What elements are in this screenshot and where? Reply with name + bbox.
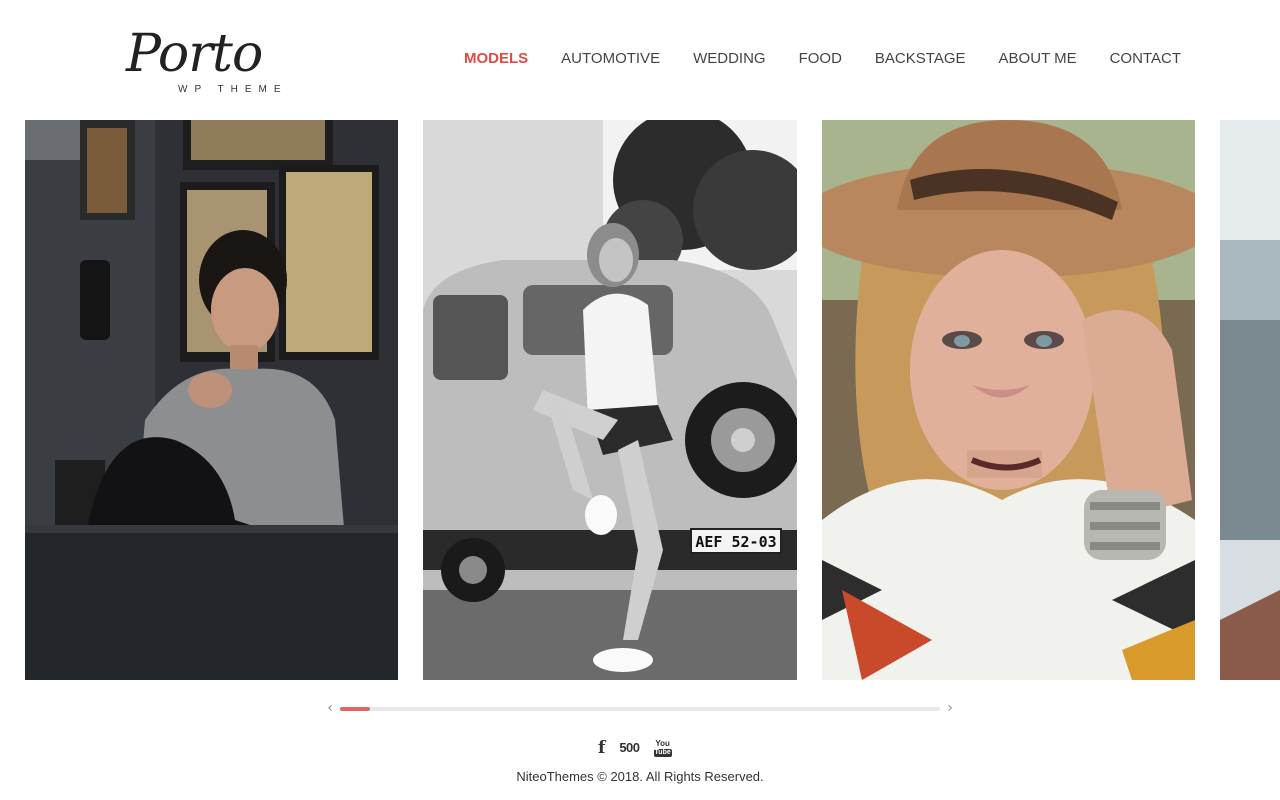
nav-item-automotive[interactable]: AUTOMOTIVE [561,49,660,69]
nav-item-models[interactable]: MODELS [464,49,528,69]
gallery-scroll-thumb[interactable] [340,707,370,711]
gallery-photo-4[interactable] [1220,120,1280,680]
photo-gallery: AEF 52-03 [25,120,1280,680]
youtube-icon[interactable]: You Tube [653,738,672,757]
gallery-photo-2[interactable]: AEF 52-03 [423,120,797,680]
logo-wordmark: Porto [126,24,263,84]
gallery-scrollbar[interactable] [340,707,940,711]
nav-item-backstage[interactable]: BACKSTAGE [875,49,966,69]
facebook-icon[interactable]: f [598,738,605,758]
gallery-photo-3[interactable] [822,120,1195,680]
license-plate-text: AEF 52-03 [695,533,776,551]
photo-woman-vintage-van-icon: AEF 52-03 [423,120,797,680]
footer-copyright: NiteoThemes © 2018. All Rights Reserved. [516,769,764,784]
nav-item-food[interactable]: FOOD [799,49,842,69]
site-logo[interactable]: Porto WP THEME [126,24,316,98]
chevron-left-icon[interactable]: ‹ [322,699,338,717]
photo-partial-window-icon [1220,120,1280,680]
logo-tagline: WP THEME [178,84,288,95]
chevron-right-icon[interactable]: › [942,699,958,717]
nav-item-about-me[interactable]: ABOUT ME [999,49,1077,69]
500px-icon[interactable]: 500 [619,738,640,758]
photo-woman-sitting-cafe-icon [25,120,398,680]
nav-item-wedding[interactable]: WEDDING [693,49,766,69]
youtube-icon-bottom: Tube [653,748,672,757]
nav-item-contact[interactable]: CONTACT [1110,49,1181,69]
main-navigation: MODELS AUTOMOTIVE WEDDING FOOD BACKSTAGE… [464,49,1181,69]
social-links: f 500 You Tube [598,738,672,758]
photo-woman-felt-hat-icon [822,120,1195,680]
gallery-photo-1[interactable] [25,120,398,680]
youtube-icon-top: You [655,738,670,748]
